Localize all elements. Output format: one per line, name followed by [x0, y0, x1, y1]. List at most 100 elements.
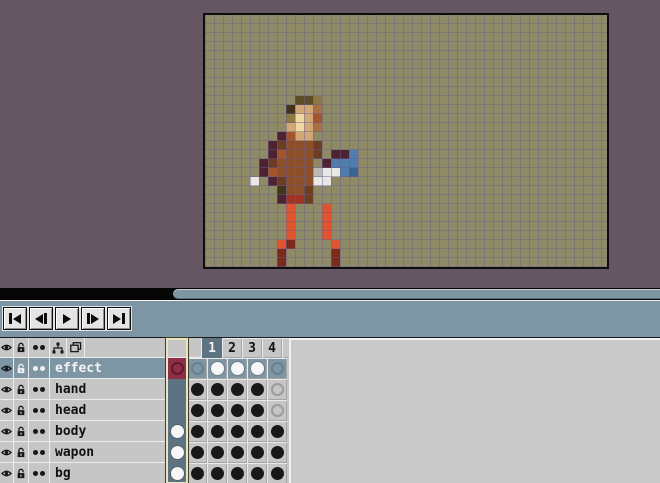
sprite-pixel: [304, 150, 313, 159]
sprite-pixel: [259, 159, 268, 168]
onion-dots-icon[interactable]: [29, 463, 50, 483]
frame-cell[interactable]: [207, 358, 227, 379]
sprite-pixel: [259, 168, 268, 177]
onion-dots-icon[interactable]: [29, 358, 50, 379]
eye-icon[interactable]: [0, 442, 14, 463]
frame-cell[interactable]: [167, 358, 187, 379]
frame-cell[interactable]: [247, 421, 267, 442]
frame-cell[interactable]: [187, 442, 207, 463]
layer-name[interactable]: wapon: [50, 442, 167, 463]
frame-cell[interactable]: [187, 421, 207, 442]
sprite-pixel: [295, 150, 304, 159]
frame-cell[interactable]: [267, 379, 287, 400]
sprite-pixel: [322, 168, 331, 177]
frame-cell[interactable]: [267, 463, 287, 483]
eye-icon[interactable]: [0, 463, 14, 483]
sprite-pixel: [313, 123, 322, 132]
layer-name[interactable]: head: [50, 400, 167, 421]
eye-icon[interactable]: [0, 358, 14, 379]
frame-number-2[interactable]: 2: [222, 338, 242, 358]
play-button[interactable]: [55, 307, 79, 330]
eye-icon[interactable]: [0, 421, 14, 442]
sprite-pixel: [277, 132, 286, 141]
onion-dots-icon[interactable]: [29, 400, 50, 421]
lock-icon[interactable]: [14, 379, 29, 400]
sprite-pixel: [313, 114, 322, 123]
canvas-surface[interactable]: [205, 15, 607, 267]
frame-number-1[interactable]: 1: [202, 338, 222, 358]
sprite-pixel: [286, 159, 295, 168]
frame-cell[interactable]: [167, 421, 187, 442]
frame-cell[interactable]: [207, 421, 227, 442]
frame-keyframe-dot: [211, 467, 224, 480]
frame-cell[interactable]: [187, 358, 207, 379]
layer-name[interactable]: effect: [50, 358, 167, 379]
frame-cell[interactable]: [167, 442, 187, 463]
frame-keyframe-dot: [191, 404, 204, 417]
frame-cell[interactable]: [167, 379, 187, 400]
frame-cell[interactable]: [247, 358, 267, 379]
onion-dots-icon[interactable]: [29, 442, 50, 463]
lock-icon[interactable]: [14, 338, 29, 358]
frame-cell[interactable]: [227, 463, 247, 483]
frame-cell[interactable]: [227, 379, 247, 400]
frame-cell[interactable]: [167, 463, 187, 483]
frame-cell[interactable]: [267, 358, 287, 379]
frame-cell[interactable]: [207, 442, 227, 463]
layer-name[interactable]: bg: [50, 463, 167, 483]
first-frame-button[interactable]: [3, 307, 27, 330]
frame-cell[interactable]: [187, 400, 207, 421]
onion-dots-icon[interactable]: [29, 421, 50, 442]
frame-keyframe-dot: [171, 362, 184, 375]
canvas[interactable]: [203, 13, 609, 269]
duplicate-frames-icon[interactable]: [67, 338, 85, 358]
next-frame-button[interactable]: [81, 307, 105, 330]
frame-cell[interactable]: [267, 400, 287, 421]
eye-icon[interactable]: [0, 379, 14, 400]
sprite-pixel: [286, 123, 295, 132]
frame-cell[interactable]: [247, 379, 267, 400]
frame-cell[interactable]: [247, 463, 267, 483]
prev-frame-button[interactable]: [29, 307, 53, 330]
frame-cell[interactable]: [187, 379, 207, 400]
frame-number-3[interactable]: 3: [242, 338, 262, 358]
scrollbar-thumb[interactable]: [173, 289, 660, 299]
lock-icon[interactable]: [14, 421, 29, 442]
sprite-pixel: [286, 195, 295, 204]
lock-icon[interactable]: [14, 358, 29, 379]
frame-cell[interactable]: [167, 400, 187, 421]
frame-keyframe-dot: [251, 362, 264, 375]
layer-name[interactable]: hand: [50, 379, 167, 400]
frame-cell[interactable]: [227, 358, 247, 379]
sprite-pixel: [331, 249, 340, 258]
frame-cell[interactable]: [187, 463, 207, 483]
sprite-pixel: [277, 168, 286, 177]
onion-dots-icon[interactable]: [29, 338, 50, 358]
frame-cell[interactable]: [247, 400, 267, 421]
visibility-eye-icon[interactable]: [0, 338, 14, 358]
frame-cell[interactable]: [267, 421, 287, 442]
eye-icon[interactable]: [0, 400, 14, 421]
layer-name[interactable]: body: [50, 421, 167, 442]
frame-cell[interactable]: [227, 400, 247, 421]
frame-cell[interactable]: [207, 463, 227, 483]
frame-cell[interactable]: [207, 400, 227, 421]
onion-dots-icon[interactable]: [29, 379, 50, 400]
frame-cell[interactable]: [227, 442, 247, 463]
sprite-pixel: [277, 177, 286, 186]
layer-frames: [167, 442, 287, 463]
lock-icon[interactable]: [14, 463, 29, 483]
horizontal-scrollbar[interactable]: [0, 288, 660, 300]
frame-cell[interactable]: [247, 442, 267, 463]
lock-icon[interactable]: [14, 442, 29, 463]
frame-number-4[interactable]: 4: [262, 338, 282, 358]
lock-icon[interactable]: [14, 400, 29, 421]
frame-cell[interactable]: [207, 379, 227, 400]
frame-cell[interactable]: [227, 421, 247, 442]
sprite-pixel: [295, 141, 304, 150]
frame-cell[interactable]: [267, 442, 287, 463]
sprite-pixel: [268, 159, 277, 168]
frame-keyframe-dot: [191, 362, 204, 375]
last-frame-button[interactable]: [107, 307, 131, 330]
layer-branch-icon[interactable]: [50, 338, 67, 358]
